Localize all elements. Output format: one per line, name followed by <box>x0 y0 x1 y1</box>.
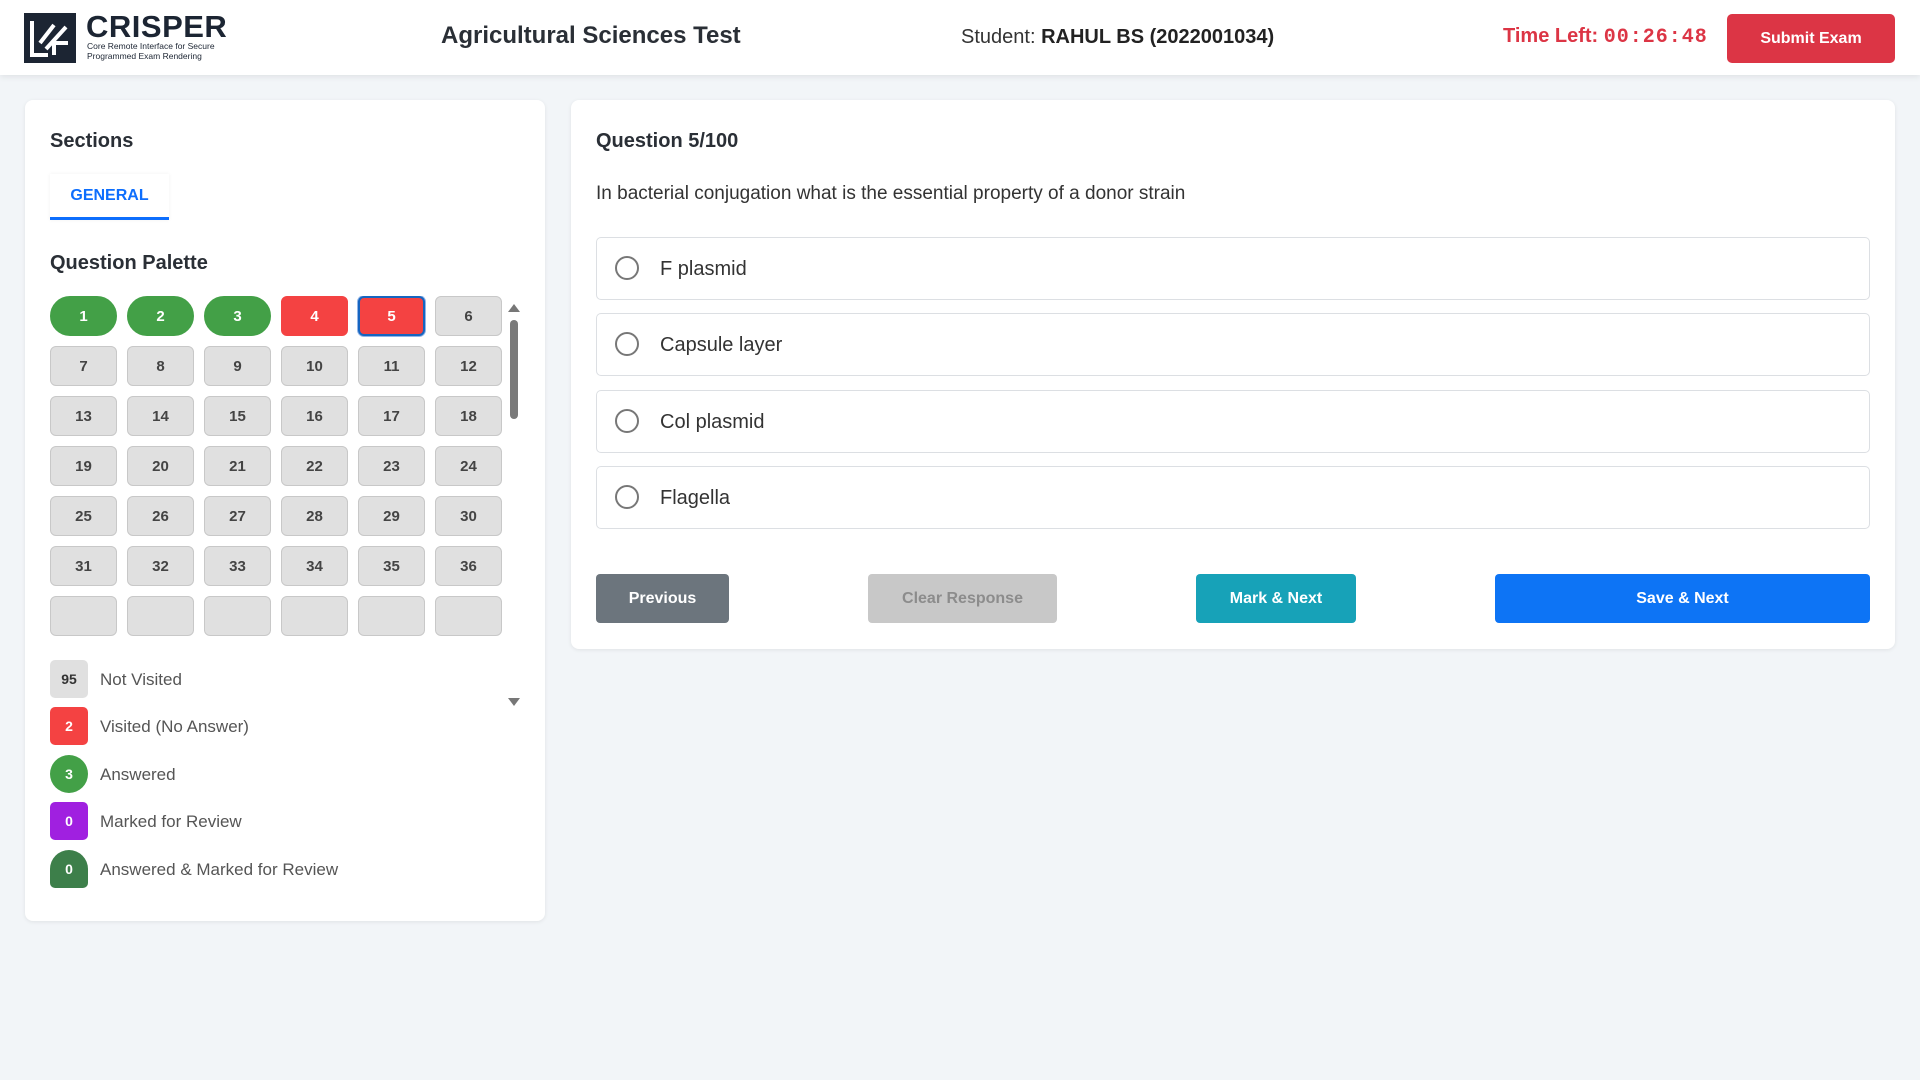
scroll-down-arrow-icon[interactable] <box>508 698 520 706</box>
question-palette-button[interactable]: 4 <box>281 296 348 336</box>
logo-title: CRISPER <box>86 9 228 44</box>
save-and-next-button[interactable]: Save & Next <box>1495 574 1870 623</box>
option-a[interactable]: F plasmid <box>596 237 1870 300</box>
question-palette-button[interactable]: 18 <box>435 396 502 436</box>
question-palette-button[interactable]: 32 <box>127 546 194 586</box>
time-left-value: 00:26:48 <box>1603 26 1708 49</box>
question-palette-button[interactable]: 23 <box>358 446 425 486</box>
scroll-up-arrow-icon[interactable] <box>508 304 520 312</box>
question-palette-button[interactable]: 7 <box>50 346 117 386</box>
legend-label: Visited (No Answer) <box>100 717 249 736</box>
question-palette-button[interactable]: 21 <box>204 446 271 486</box>
question-palette-button[interactable]: 24 <box>435 446 502 486</box>
student-label: Student: <box>961 26 1036 48</box>
option-label: Flagella <box>660 487 731 509</box>
option-d[interactable]: Flagella <box>596 466 1870 529</box>
question-palette-button[interactable]: 2 <box>127 296 194 336</box>
sidebar-panel: Sections GENERAL Question Palette 123456… <box>25 100 545 921</box>
legend-label: Answered & Marked for Review <box>100 860 339 879</box>
legend-item-marked: 0 Marked for Review <box>50 802 470 840</box>
radio-button[interactable] <box>615 409 639 433</box>
legend-count-badge: 0 <box>50 802 88 840</box>
time-left-label: Time Left: <box>1503 25 1599 47</box>
question-palette-button[interactable]: 20 <box>127 446 194 486</box>
legend-label: Marked for Review <box>100 812 242 831</box>
option-label: Col plasmid <box>660 411 765 433</box>
student-name: RAHUL BS (2022001034) <box>1041 26 1275 48</box>
legend-item-visited: 2 Visited (No Answer) <box>50 707 470 745</box>
question-palette-button[interactable]: 16 <box>281 396 348 436</box>
question-palette-button[interactable]: 31 <box>50 546 117 586</box>
radio-button[interactable] <box>615 485 639 509</box>
question-palette-button[interactable]: 8 <box>127 346 194 386</box>
timer: Time Left: 00:26:48 <box>1503 25 1708 49</box>
question-palette-button[interactable]: 11 <box>358 346 425 386</box>
question-palette-button[interactable]: 6 <box>435 296 502 336</box>
radio-button[interactable] <box>615 332 639 356</box>
question-palette-button[interactable] <box>204 596 271 636</box>
legend-count-badge: 3 <box>50 755 88 793</box>
question-palette-button[interactable]: 15 <box>204 396 271 436</box>
question-palette-button[interactable]: 3 <box>204 296 271 336</box>
question-palette-button[interactable]: 33 <box>204 546 271 586</box>
question-text: In bacterial conjugation what is the ess… <box>596 183 1186 204</box>
question-palette-button[interactable]: 22 <box>281 446 348 486</box>
question-palette-button[interactable] <box>435 596 502 636</box>
question-palette-button[interactable] <box>281 596 348 636</box>
question-palette-button[interactable]: 5 <box>358 296 425 336</box>
option-b[interactable]: Capsule layer <box>596 313 1870 376</box>
legend-label: Not Visited <box>100 670 182 689</box>
question-palette-button[interactable] <box>127 596 194 636</box>
question-palette-button[interactable]: 1 <box>50 296 117 336</box>
question-palette-button[interactable] <box>358 596 425 636</box>
question-palette-button[interactable]: 10 <box>281 346 348 386</box>
clear-response-button[interactable]: Clear Response <box>868 574 1057 623</box>
question-palette-button[interactable]: 34 <box>281 546 348 586</box>
option-c[interactable]: Col plasmid <box>596 390 1870 453</box>
question-palette-button[interactable]: 30 <box>435 496 502 536</box>
test-title: Agricultural Sciences Test <box>441 22 741 49</box>
question-palette-button[interactable]: 28 <box>281 496 348 536</box>
legend-count-badge: 0 <box>50 850 88 888</box>
option-label: Capsule layer <box>660 334 783 356</box>
legend-item-notvisited: 95 Not Visited <box>50 660 470 698</box>
option-label: F plasmid <box>660 258 747 280</box>
question-palette-button[interactable]: 17 <box>358 396 425 436</box>
crisper-logo: CRISPER Core Remote Interface for Secure… <box>24 9 238 63</box>
question-palette-button[interactable]: 19 <box>50 446 117 486</box>
sections-title: Sections <box>50 130 134 152</box>
palette-scrollbar[interactable] <box>504 296 524 710</box>
crisper-logo-icon <box>24 13 76 63</box>
logo-subtitle: Core Remote Interface for Secure Program… <box>87 41 215 61</box>
question-palette-button[interactable]: 13 <box>50 396 117 436</box>
legend-item-answered: 3 Answered <box>50 755 470 793</box>
legend-count-badge: 95 <box>50 660 88 698</box>
legend-label: Answered <box>100 765 176 784</box>
question-palette-button[interactable]: 27 <box>204 496 271 536</box>
question-palette-button[interactable]: 12 <box>435 346 502 386</box>
scrollbar-thumb[interactable] <box>510 320 518 419</box>
mark-and-next-button[interactable]: Mark & Next <box>1196 574 1356 623</box>
question-palette-grid: 1 2 3 4 5 6 7 8 9 10 11 12 13 14 15 16 17 18 19 20 21 22 23 24 2… <box>50 296 506 636</box>
question-palette-button[interactable]: 36 <box>435 546 502 586</box>
question-palette-button[interactable]: 29 <box>358 496 425 536</box>
previous-button[interactable]: Previous <box>596 574 729 623</box>
question-palette-button[interactable]: 14 <box>127 396 194 436</box>
question-palette-button[interactable] <box>50 596 117 636</box>
question-palette: 1 2 3 4 5 6 7 8 9 10 11 12 13 14 15 16 17 18 19 20 21 22 23 24 2… <box>50 296 528 710</box>
submit-exam-button[interactable]: Submit Exam <box>1727 14 1895 63</box>
legend-count-badge: 2 <box>50 707 88 745</box>
question-palette-button[interactable]: 35 <box>358 546 425 586</box>
question-panel: Question 5/100 In bacterial conjugation … <box>571 100 1895 649</box>
radio-button[interactable] <box>615 256 639 280</box>
student-info: Student: RAHUL BS (2022001034) <box>961 26 1274 49</box>
question-number: Question 5/100 <box>596 130 739 152</box>
palette-title: Question Palette <box>50 252 208 274</box>
question-palette-button[interactable]: 9 <box>204 346 271 386</box>
legend-item-ansmarked: 0 Answered & Marked for Review <box>50 850 470 888</box>
tab-general[interactable]: GENERAL <box>50 174 169 220</box>
header: CRISPER Core Remote Interface for Secure… <box>0 0 1920 75</box>
question-palette-button[interactable]: 25 <box>50 496 117 536</box>
question-palette-button[interactable]: 26 <box>127 496 194 536</box>
